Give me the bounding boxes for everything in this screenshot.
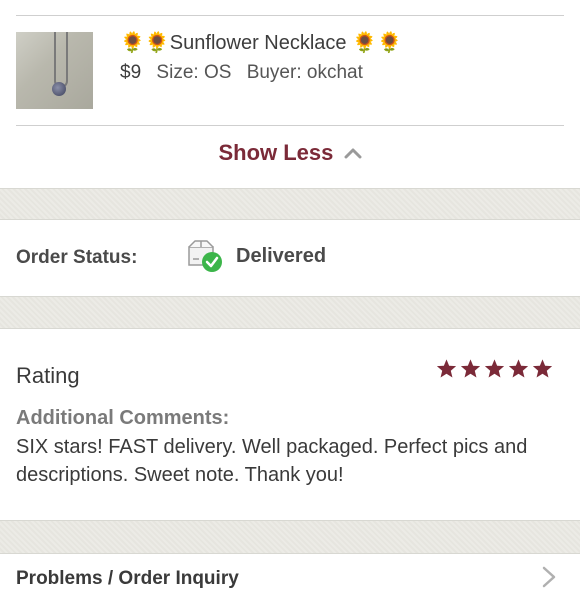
section-separator xyxy=(0,296,580,329)
item-price: $9 xyxy=(120,62,142,83)
item-size: Size: OS xyxy=(156,62,232,83)
chevron-right-icon[interactable] xyxy=(540,566,558,588)
order-status-label: Order Status: xyxy=(16,247,138,268)
necklace-chain xyxy=(54,32,68,88)
star-icon xyxy=(508,359,529,378)
rating-stars xyxy=(436,358,553,379)
order-status-value: Delivered xyxy=(236,245,327,267)
item-title[interactable]: 🌻🌻Sunflower Necklace 🌻🌻 xyxy=(120,30,402,55)
item-buyer: Buyer: okchat xyxy=(246,62,363,83)
divider-mid xyxy=(16,125,564,126)
necklace-pendant xyxy=(52,82,66,96)
order-item-row[interactable]: 🌻🌻Sunflower Necklace 🌻🌻 $9 Size: OS Buye… xyxy=(0,16,580,126)
star-icon xyxy=(484,359,505,378)
problems-order-inquiry-link[interactable]: Problems / Order Inquiry xyxy=(16,568,239,590)
rating-label: Rating xyxy=(16,363,80,388)
delivered-box-icon xyxy=(188,240,222,272)
star-icon xyxy=(460,359,481,378)
show-less-label: Show Less xyxy=(218,140,334,165)
chevron-up-icon xyxy=(344,148,362,159)
order-status-row: Order Status: Delivered xyxy=(0,219,580,296)
additional-comments-label: Additional Comments: xyxy=(16,407,230,429)
item-thumbnail[interactable] xyxy=(16,32,93,109)
star-icon xyxy=(532,359,553,378)
star-icon xyxy=(436,359,457,378)
section-separator xyxy=(0,520,580,554)
item-meta: $9 Size: OS Buyer: okchat xyxy=(120,62,363,84)
show-less-button[interactable]: Show Less xyxy=(0,140,580,166)
section-separator xyxy=(0,188,580,220)
additional-comments-text: SIX stars! FAST delivery. Well packaged.… xyxy=(16,436,528,486)
